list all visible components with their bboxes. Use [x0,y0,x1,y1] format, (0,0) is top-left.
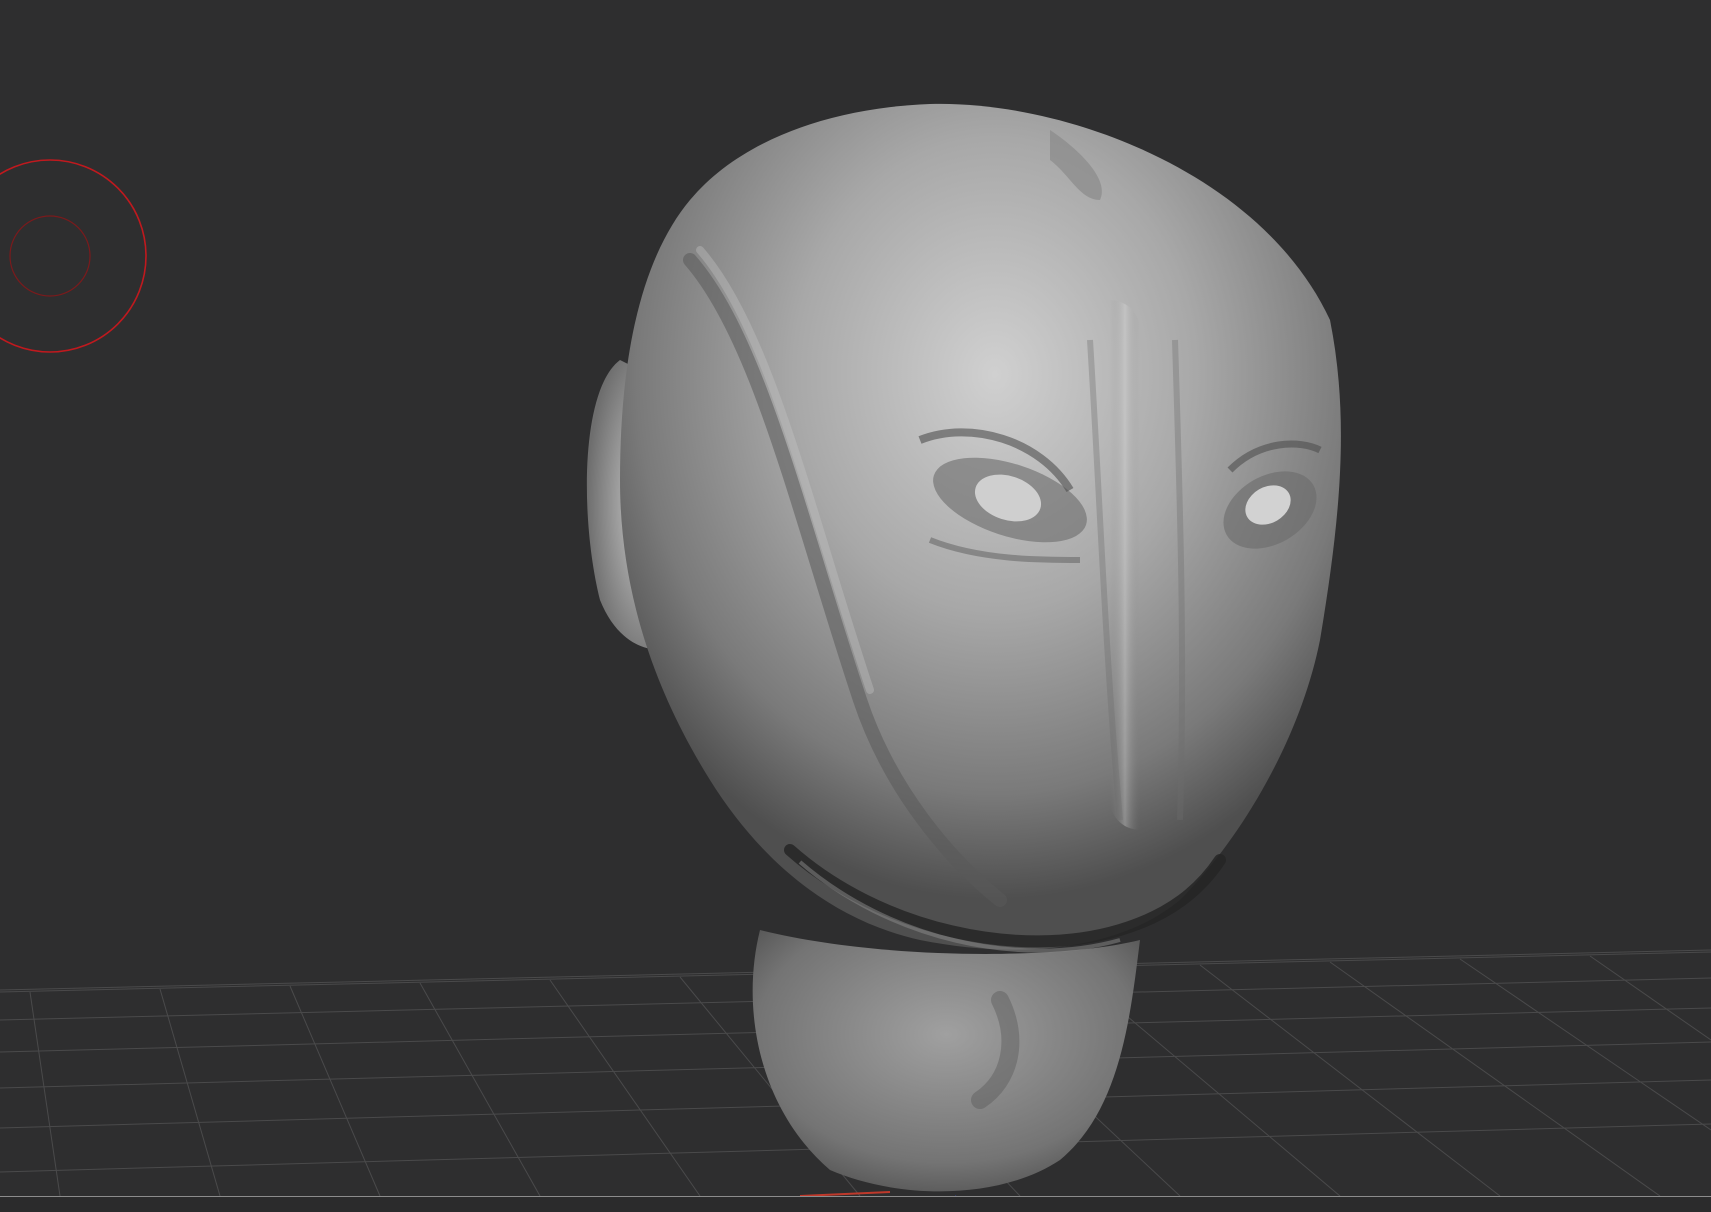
model-jaw [752,930,1140,1192]
sculpt-viewport[interactable] [0,0,1711,1212]
sculpt-model-head[interactable] [586,103,1341,1192]
scene-canvas[interactable] [0,0,1711,1212]
brush-inner-ring [9,215,91,297]
viewport-bottom-border [0,1196,1711,1212]
brush-outer-ring [0,159,147,353]
brush-draw-size-icon [0,159,147,353]
